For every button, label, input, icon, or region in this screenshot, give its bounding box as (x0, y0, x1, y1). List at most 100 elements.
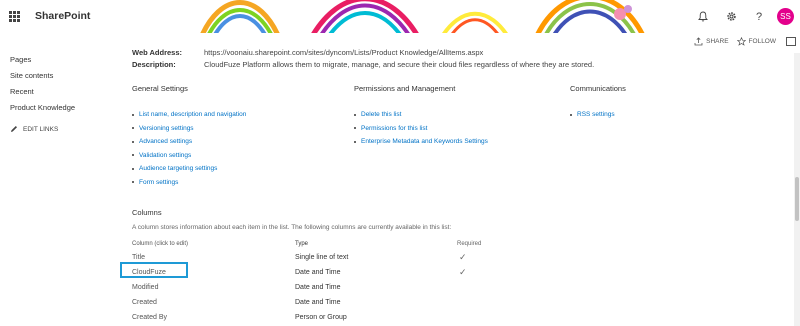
columns-heading: Columns (132, 208, 162, 217)
permissions-heading: Permissions and Management (354, 84, 456, 93)
follow-label: FOLLOW (748, 38, 776, 45)
checkmark-icon: ✓ (459, 267, 467, 277)
help-icon: ? (755, 10, 763, 23)
column-type: Single line of text (295, 254, 349, 261)
columns-table: Column (click to edit) Type Required Tit… (120, 238, 782, 325)
app-launcher-button[interactable] (0, 0, 28, 33)
star-icon (736, 37, 746, 46)
suite-icons: ? SS (689, 0, 800, 33)
avatar[interactable]: SS (777, 8, 794, 25)
validation-settings-link[interactable]: Validation settings (132, 149, 246, 163)
column-name-link[interactable]: Title (132, 254, 295, 261)
column-name-link[interactable]: Created (132, 299, 295, 306)
validation-settings-label: Validation settings (139, 151, 192, 159)
scrollbar-thumb[interactable] (795, 177, 799, 221)
bullet-icon (132, 113, 134, 116)
column-name-link[interactable]: Created By (132, 314, 295, 321)
bell-icon (698, 11, 708, 22)
column-required: ✓ (457, 267, 497, 278)
column-type: Date and Time (295, 299, 341, 306)
column-name-link[interactable]: CloudFuze (132, 269, 295, 276)
nav-item-product-knowledge[interactable]: Product Knowledge (10, 102, 75, 118)
nav-item-pages[interactable]: Pages (10, 54, 75, 70)
page-actions: SHARE FOLLOW (686, 37, 796, 46)
table-row: Modified Date and Time (132, 280, 782, 295)
bullet-icon (354, 127, 356, 130)
columns-description: A column stores information about each i… (132, 224, 452, 231)
edit-links-button[interactable]: EDIT LINKS (10, 125, 75, 133)
web-address-label: Web Address: (132, 48, 183, 57)
help-button[interactable]: ? (745, 0, 773, 33)
nav-item-site-contents[interactable]: Site contents (10, 70, 75, 86)
waffle-icon (8, 11, 20, 22)
share-icon (694, 37, 703, 46)
column-required-header: Required (457, 241, 482, 247)
audience-targeting-settings-link[interactable]: Audience targeting settings (132, 162, 246, 176)
column-type: Person or Group (295, 314, 347, 321)
web-address-value: https://voonaiu.sharepoint.com/sites/dyn… (204, 48, 484, 57)
delete-list-link[interactable]: Delete this list (354, 108, 488, 122)
description-value: CloudFuze Platform allows them to migrat… (204, 60, 595, 69)
table-row: Title Single line of text ✓ (132, 250, 782, 265)
table-row: CloudFuze Date and Time ✓ (132, 265, 782, 280)
focus-mode-icon[interactable] (786, 37, 796, 46)
column-type: Date and Time (295, 284, 341, 291)
enterprise-metadata-label: Enterprise Metadata and Keywords Setting… (361, 138, 488, 146)
suite-bar: SharePoint ? SS (0, 0, 800, 33)
list-name-link[interactable]: List name, description and navigation (132, 108, 246, 122)
columns-table-header: Column (click to edit) Type Required (132, 238, 782, 250)
general-settings-section: General Settings List name, description … (132, 84, 246, 189)
column-type-header: Type (295, 241, 309, 247)
bullet-icon (132, 154, 134, 157)
enterprise-metadata-link[interactable]: Enterprise Metadata and Keywords Setting… (354, 135, 488, 149)
list-permissions-link[interactable]: Permissions for this list (354, 122, 488, 136)
web-address-row: Web Address: https://voonaiu.sharepoint.… (132, 48, 782, 60)
communications-heading: Communications (570, 84, 626, 93)
pencil-icon (11, 126, 17, 132)
bullet-icon (354, 113, 356, 116)
share-button[interactable]: SHARE (694, 37, 729, 46)
audience-targeting-settings-label: Audience targeting settings (139, 165, 218, 173)
communications-section: Communications RSS settings (570, 84, 626, 122)
versioning-settings-link[interactable]: Versioning settings (132, 122, 246, 136)
nav-item-recent[interactable]: Recent (10, 86, 75, 102)
general-settings-heading: General Settings (132, 84, 188, 93)
bullet-icon (354, 140, 356, 143)
page-scrollbar[interactable] (794, 53, 800, 326)
permissions-section: Permissions and Management Delete this l… (354, 84, 488, 149)
columns-section: Columns A column stores information abou… (120, 208, 782, 325)
delete-list-label: Delete this list (361, 111, 402, 119)
column-type: Date and Time (295, 269, 341, 276)
bullet-icon (132, 181, 134, 184)
versioning-settings-label: Versioning settings (139, 124, 194, 132)
advanced-settings-link[interactable]: Advanced settings (132, 135, 246, 149)
bullet-icon (132, 167, 134, 170)
header-banner-image (200, 0, 645, 33)
share-label: SHARE (706, 38, 729, 45)
advanced-settings-label: Advanced settings (139, 138, 193, 146)
app-brand[interactable]: SharePoint (35, 10, 90, 22)
follow-button[interactable]: FOLLOW (736, 37, 776, 46)
edit-links-label: EDIT LINKS (23, 125, 59, 133)
rss-settings-link[interactable]: RSS settings (570, 108, 626, 122)
bullet-icon (570, 113, 572, 116)
table-row: Created By Person or Group (132, 310, 782, 325)
notifications-button[interactable] (689, 0, 717, 33)
gear-icon (726, 12, 736, 21)
list-name-link-label: List name, description and navigation (139, 111, 247, 119)
description-label: Description: (132, 60, 176, 69)
bullet-icon (132, 127, 134, 130)
table-row: Created Date and Time (132, 295, 782, 310)
form-settings-label: Form settings (139, 178, 179, 186)
column-required: ✓ (457, 252, 497, 263)
column-name-header: Column (click to edit) (132, 241, 189, 247)
form-settings-link[interactable]: Form settings (132, 176, 246, 190)
bullet-icon (132, 140, 134, 143)
left-navigation: Pages Site contents Recent Product Knowl… (10, 54, 75, 133)
column-name-link[interactable]: Modified (132, 284, 295, 291)
settings-button[interactable] (717, 0, 745, 33)
description-row: Description: CloudFuze Platform allows t… (132, 60, 782, 72)
rss-settings-label: RSS settings (577, 111, 615, 119)
checkmark-icon: ✓ (459, 252, 467, 262)
list-permissions-label: Permissions for this list (361, 124, 428, 132)
